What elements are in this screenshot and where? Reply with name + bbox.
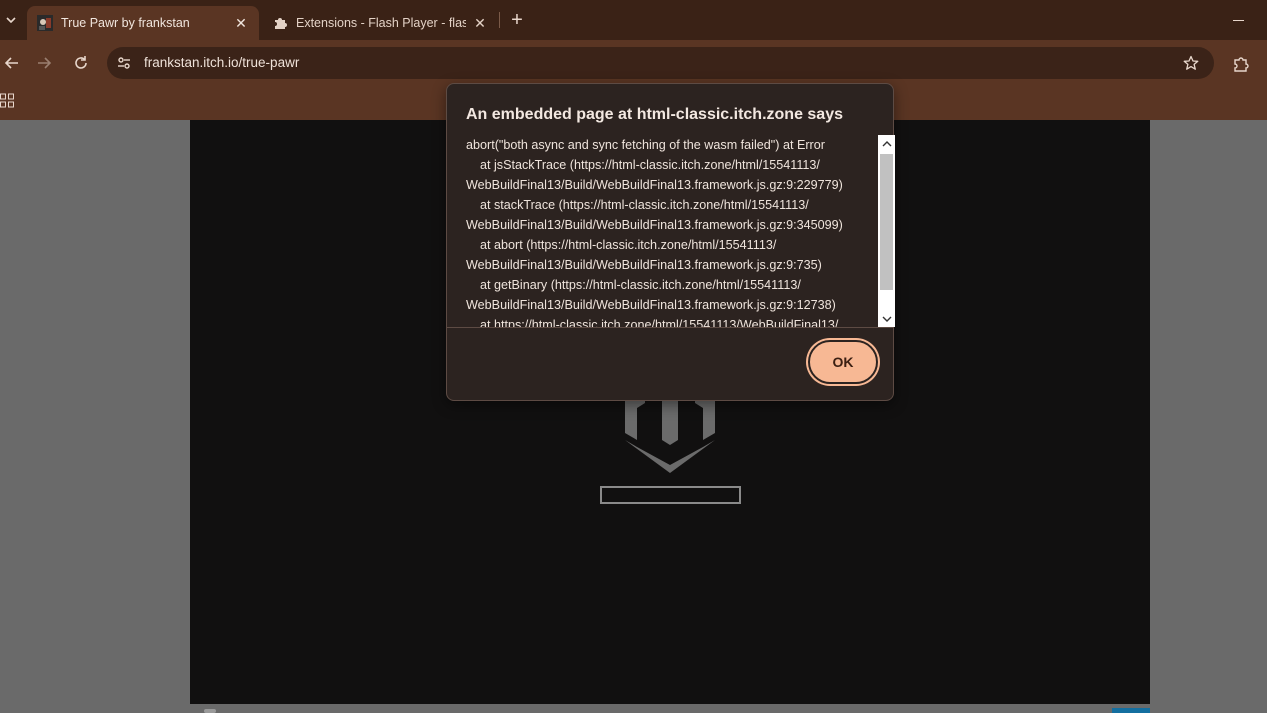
alert-dialog: An embedded page at html-classic.itch.zo…: [446, 83, 895, 401]
dialog-message-line: abort("both async and sync fetching of t…: [466, 138, 825, 152]
new-tab-button[interactable]: +: [507, 9, 527, 31]
site-info-icon[interactable]: [116, 55, 132, 71]
fullscreen-button[interactable]: [1112, 708, 1150, 713]
dialog-divider: [447, 327, 893, 328]
url-text: frankstan.itch.io/true-pawr: [144, 55, 300, 70]
reload-icon[interactable]: [69, 51, 93, 75]
ok-button[interactable]: OK: [808, 340, 878, 384]
game-thumbnail-icon: [37, 15, 53, 31]
dialog-message-line: at abort (https://html-classic.itch.zone…: [466, 238, 777, 252]
dialog-message-line: WebBuildFinal13/Build/WebBuildFinal13.fr…: [466, 258, 822, 272]
dialog-message-line: at https://html-classic.itch.zone/html/1…: [466, 318, 839, 327]
forward-arrow-icon[interactable]: [32, 51, 56, 75]
dialog-message-line: WebBuildFinal13/Build/WebBuildFinal13.fr…: [466, 298, 836, 312]
address-bar[interactable]: frankstan.itch.io/true-pawr: [107, 47, 1214, 79]
tab-search-chevron-icon[interactable]: [0, 8, 22, 32]
dialog-message-line: at stackTrace (https://html-classic.itch…: [466, 198, 809, 212]
dialog-message-line: at getBinary (https://html-classic.itch.…: [466, 278, 801, 292]
back-arrow-icon[interactable]: [0, 51, 24, 75]
scrollbar-thumb[interactable]: [880, 154, 893, 290]
dialog-message-line: WebBuildFinal13/Build/WebBuildFinal13.fr…: [466, 218, 843, 232]
dialog-scrollbar[interactable]: [878, 135, 895, 327]
dialog-message-line: at jsStackTrace (https://html-classic.it…: [466, 158, 820, 172]
dialog-message[interactable]: abort("both async and sync fetching of t…: [466, 135, 878, 327]
tab-separator: [499, 12, 500, 28]
tab-strip: True Pawr by frankstan ✕ Extensions - Fl…: [0, 0, 1267, 40]
scroll-up-arrow-icon[interactable]: [878, 135, 895, 152]
tab-title: Extensions - Flash Player - flash: [296, 16, 466, 30]
browser-toolbar: frankstan.itch.io/true-pawr: [0, 40, 1267, 85]
tab-true-pawr[interactable]: True Pawr by frankstan ✕: [27, 6, 259, 40]
bookmark-star-icon[interactable]: [1182, 54, 1200, 72]
tab-title: True Pawr by frankstan: [61, 16, 190, 30]
apps-grid-icon[interactable]: [0, 93, 16, 109]
minimize-button[interactable]: [1228, 10, 1248, 30]
scroll-down-arrow-icon[interactable]: [878, 310, 895, 327]
dialog-message-line: WebBuildFinal13/Build/WebBuildFinal13.fr…: [466, 178, 843, 192]
tab-extensions[interactable]: Extensions - Flash Player - flash ✕: [262, 6, 498, 40]
puzzle-piece-icon: [272, 15, 288, 31]
dialog-title: An embedded page at html-classic.itch.zo…: [466, 106, 843, 123]
extensions-puzzle-icon[interactable]: [1230, 53, 1252, 75]
close-tab-icon[interactable]: ✕: [472, 15, 488, 31]
close-tab-icon[interactable]: ✕: [233, 15, 249, 31]
loading-progress-bar: [600, 486, 741, 504]
page-footer-icon: [204, 709, 216, 713]
